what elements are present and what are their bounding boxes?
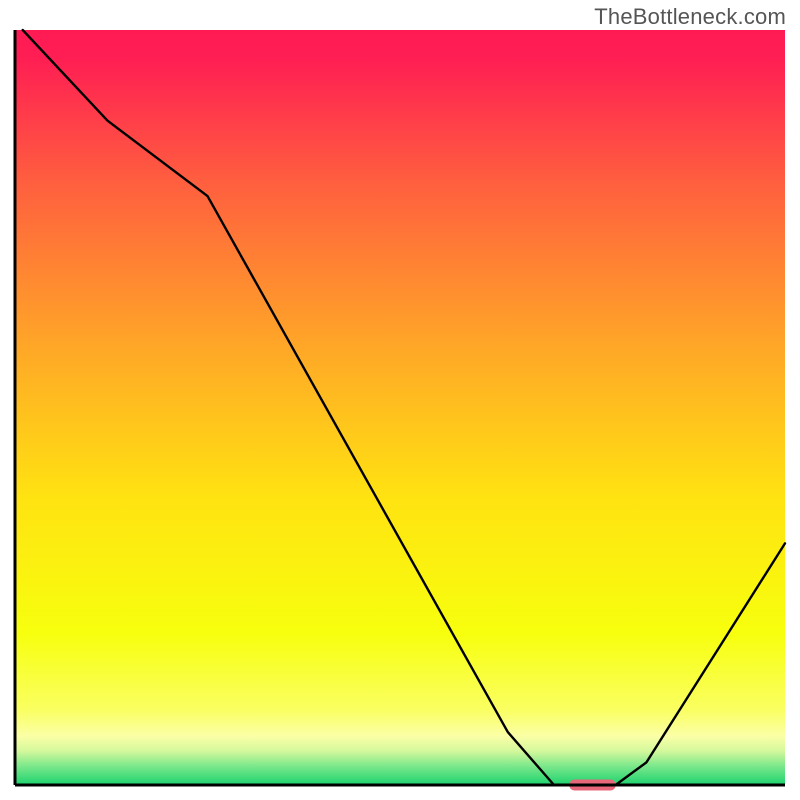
watermark-text: TheBottleneck.com — [594, 4, 786, 30]
plot-background — [15, 30, 785, 785]
chart-container: TheBottleneck.com — [0, 0, 800, 800]
bottleneck-chart — [0, 0, 800, 800]
